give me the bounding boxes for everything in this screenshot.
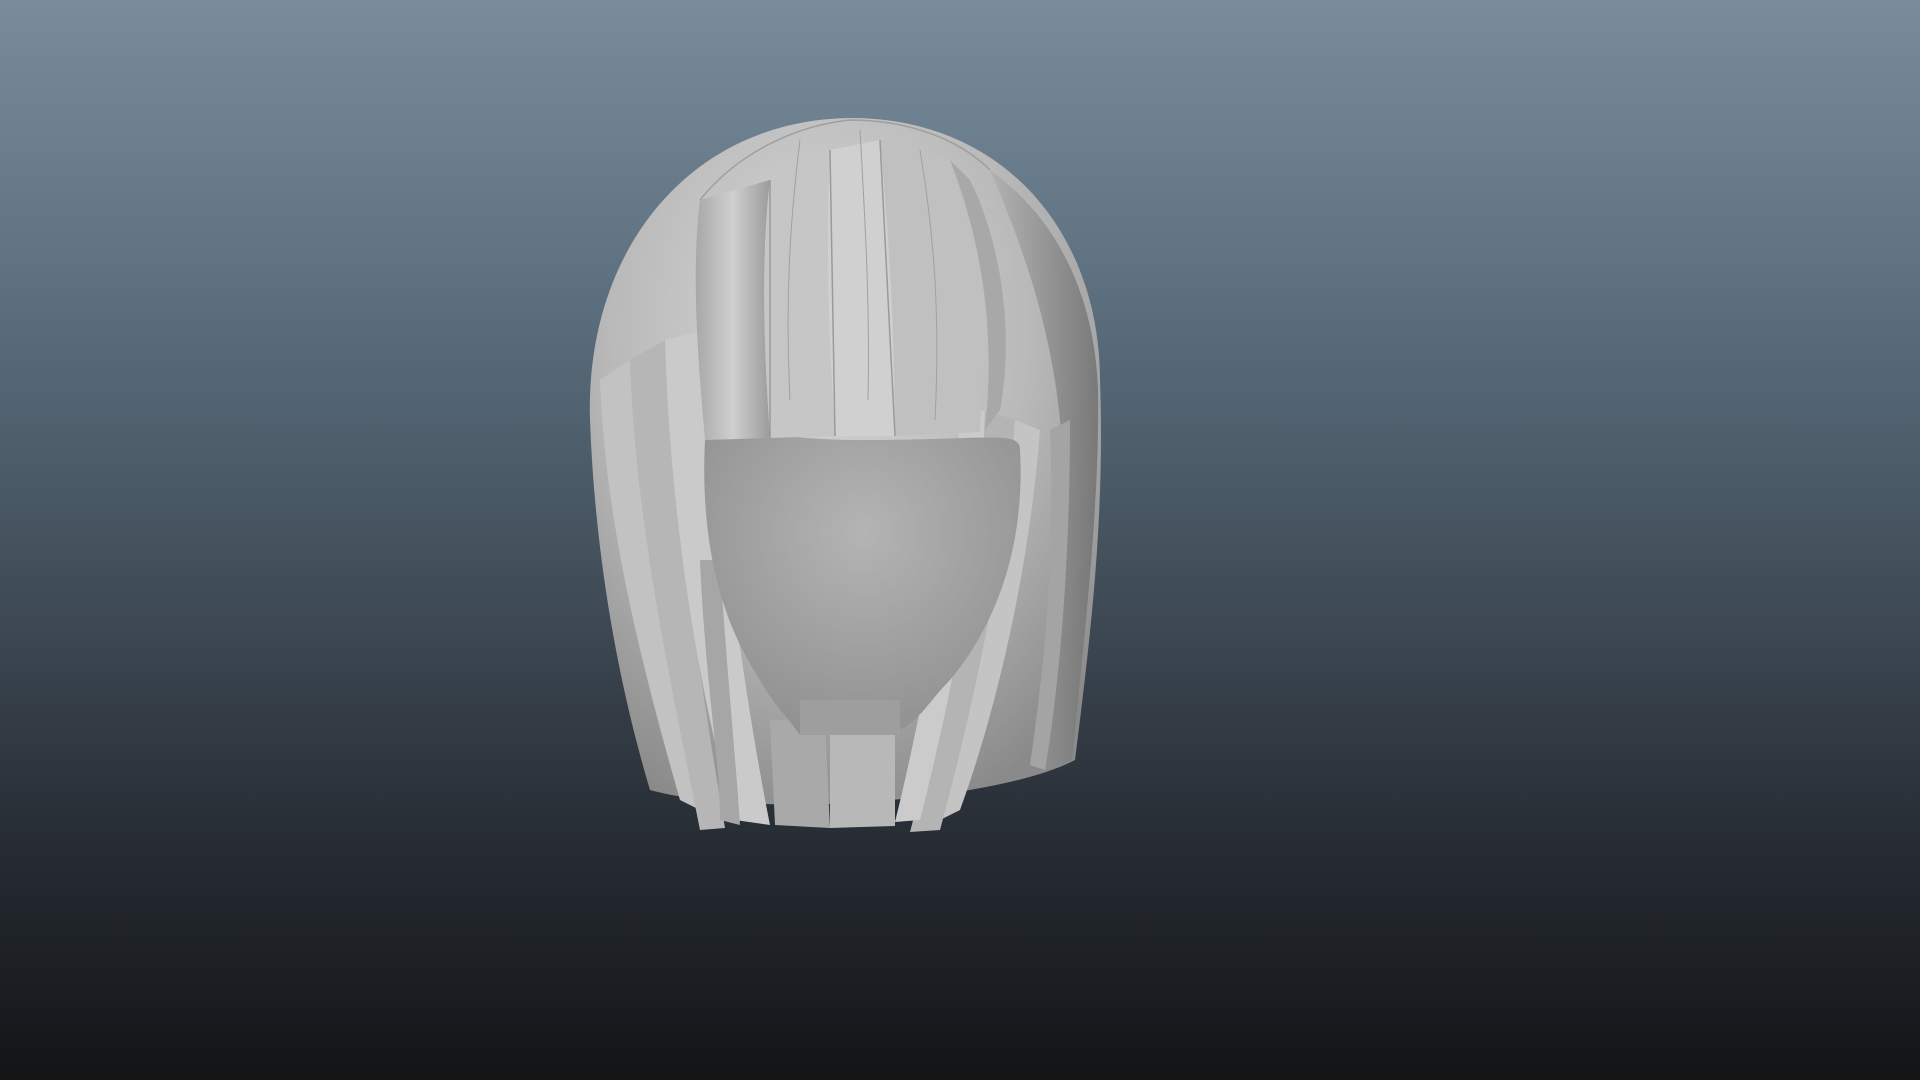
hair-strands-back-bottom bbox=[770, 720, 895, 828]
3d-viewport[interactable] bbox=[0, 0, 1920, 1080]
viewport-scene[interactable] bbox=[0, 0, 1920, 1080]
hair-model[interactable] bbox=[589, 118, 1101, 832]
neck-mesh bbox=[800, 700, 900, 735]
